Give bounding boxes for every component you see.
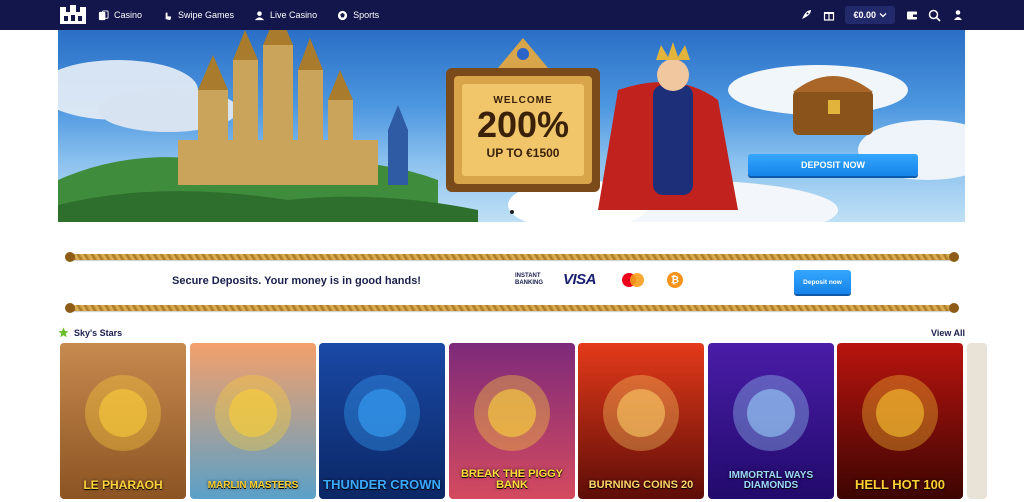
swipe-icon xyxy=(165,11,172,20)
sports-icon xyxy=(337,10,348,20)
game-artwork xyxy=(85,375,161,451)
game-title: BURNING COINS 20 xyxy=(588,479,694,491)
nav-swipe-games[interactable]: Swipe Games xyxy=(162,10,234,21)
nav-casino[interactable]: Casino xyxy=(98,9,143,21)
secure-deposits-message: Secure Deposits. Your money is in good h… xyxy=(172,275,421,287)
game-tile-partial[interactable] xyxy=(967,343,987,499)
live-icon xyxy=(254,10,265,20)
game-tile-burning-coins[interactable]: BURNING COINS 20 xyxy=(578,343,704,499)
main-nav: Casino Swipe Games Live Casino Sports xyxy=(98,0,379,30)
hero-deposit-button[interactable]: DEPOSIT NOW xyxy=(748,154,918,176)
nav-sports[interactable]: Sports xyxy=(337,10,379,21)
nav-sports-label: Sports xyxy=(353,10,380,20)
balance-amount: €0.00 xyxy=(853,10,876,20)
chevron-down-icon xyxy=(879,13,887,18)
mastercard-logo xyxy=(622,273,644,287)
rope-divider-bottom xyxy=(65,303,959,313)
carousel-dots xyxy=(510,210,514,214)
nav-casino-label: Casino xyxy=(114,10,143,20)
user-icon[interactable] xyxy=(951,9,964,22)
hero-banner[interactable]: WELCOME 200% UP TO €1500 DEPOSIT NOW xyxy=(58,30,965,222)
game-tile-le-pharaoh[interactable]: LE PHARAOH xyxy=(60,343,186,499)
game-artwork xyxy=(215,375,291,451)
gift-icon[interactable] xyxy=(822,9,835,22)
section-header: Sky's Stars xyxy=(58,327,122,338)
game-tile-break-the-piggy-bank[interactable]: BREAK THE PIGGY BANK xyxy=(449,343,575,499)
games-carousel: LE PHARAOH MARLIN MASTERS THUNDER CROWN … xyxy=(60,343,1024,502)
rocket-icon[interactable] xyxy=(799,9,812,22)
game-title: MARLIN MASTERS xyxy=(207,480,299,491)
rope-divider-top xyxy=(65,252,959,262)
top-navigation-bar: Casino Swipe Games Live Casino Sports €0… xyxy=(0,0,1024,30)
game-tile-marlin-masters[interactable]: MARLIN MASTERS xyxy=(190,343,316,499)
game-artwork xyxy=(603,375,679,451)
header-tools: €0.00 xyxy=(799,0,964,30)
game-tile-hell-hot[interactable]: HELL HOT 100 xyxy=(837,343,963,499)
deposit-now-button[interactable]: Deposit now xyxy=(794,270,851,294)
game-artwork xyxy=(862,375,938,451)
nav-live-casino-label: Live Casino xyxy=(270,10,318,20)
game-title: THUNDER CROWN xyxy=(323,477,441,492)
game-title: LE PHARAOH xyxy=(83,478,163,492)
game-title: IMMORTAL WAYS DIAMONDS xyxy=(728,470,814,491)
star-icon xyxy=(58,327,69,338)
welcome-offer-board: WELCOME 200% UP TO €1500 xyxy=(448,70,598,190)
balance-dropdown[interactable]: €0.00 xyxy=(845,6,895,24)
wallet-icon[interactable] xyxy=(905,9,918,22)
search-icon[interactable] xyxy=(928,9,941,22)
game-artwork xyxy=(344,375,420,451)
welcome-up-to: UP TO €1500 xyxy=(486,146,560,160)
welcome-percent: 200% xyxy=(476,104,570,145)
casino-icon xyxy=(98,9,109,20)
nav-live-casino[interactable]: Live Casino xyxy=(254,10,317,21)
carousel-dot-1[interactable] xyxy=(510,210,514,214)
nav-swipe-games-label: Swipe Games xyxy=(178,10,235,20)
game-tile-thunder-crown[interactable]: THUNDER CROWN xyxy=(319,343,445,499)
visa-logo: VISA xyxy=(563,271,597,288)
instant-banking-label: INSTANT BANKING xyxy=(515,273,543,286)
game-title: HELL HOT 100 xyxy=(854,477,946,492)
site-logo[interactable] xyxy=(58,4,88,26)
section-title: Sky's Stars xyxy=(74,327,123,338)
game-title: BREAK THE PIGGY BANK xyxy=(460,468,564,491)
bitcoin-logo: ₿ xyxy=(667,272,683,288)
game-tile-immortal-ways-diamonds[interactable]: IMMORTAL WAYS DIAMONDS xyxy=(708,343,834,499)
view-all-link[interactable]: View All xyxy=(931,328,965,338)
instant-banking-logo: INSTANT BANKING xyxy=(515,273,555,287)
